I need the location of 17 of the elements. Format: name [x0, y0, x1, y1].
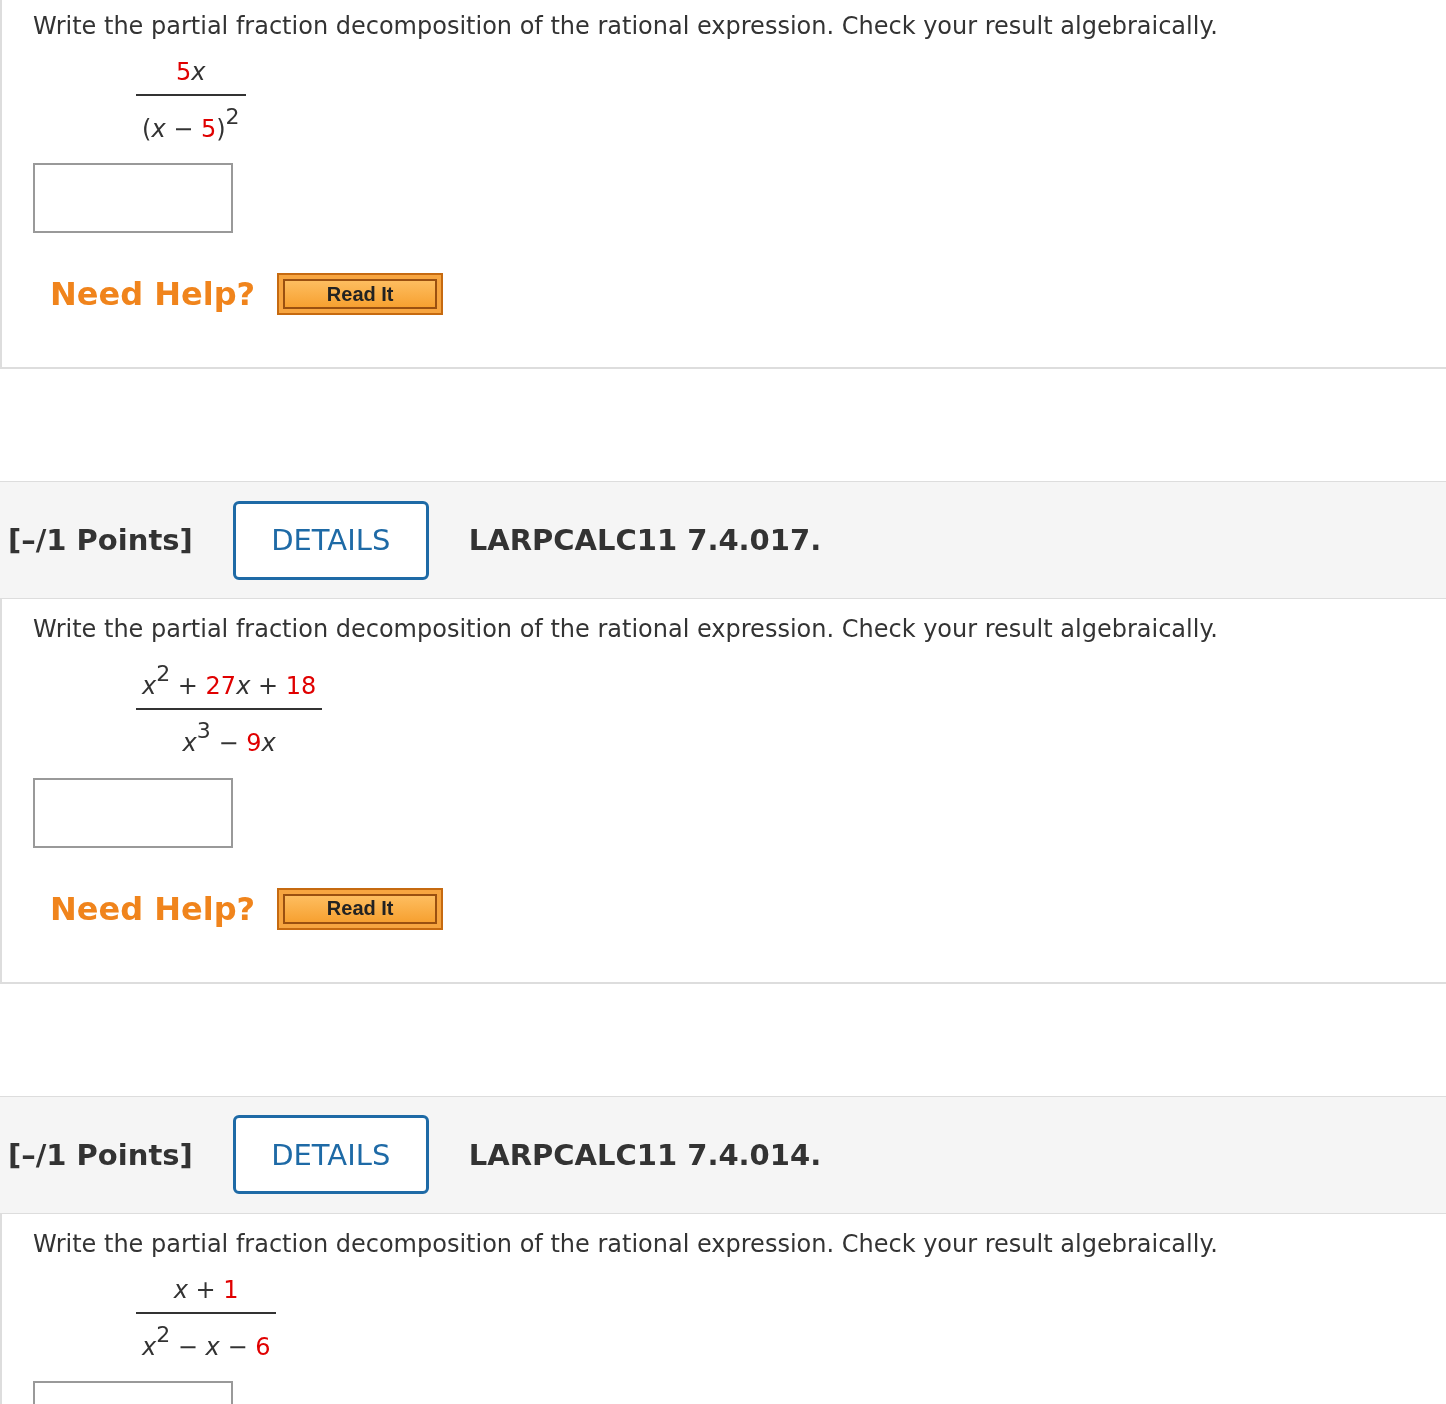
- problem-prompt: Write the partial fraction decomposition of the rational expression. Check your result algebraically.: [33, 615, 1219, 644]
- details-button[interactable]: DETAILS: [232, 1115, 429, 1195]
- read-it-button[interactable]: Read It: [277, 273, 444, 316]
- read-it-button[interactable]: Read It: [277, 887, 444, 930]
- points-label: [–/1 Points]: [8, 523, 193, 558]
- problem-prompt: Write the partial fraction decomposition of the rational expression. Check your result algebraically.: [33, 1229, 1219, 1258]
- problem-prompt: Write the partial fraction decomposition of the rational expression. Check your result algebraically.: [33, 12, 1219, 40]
- problem-code: LARPCALC11 7.4.017.: [468, 523, 822, 558]
- need-help-label: Need Help?: [50, 275, 256, 314]
- answer-field[interactable]: [33, 777, 233, 848]
- need-help-label: Need Help?: [50, 889, 256, 928]
- points-label: [–/1 Points]: [8, 1137, 193, 1172]
- fraction-numerator: x + 1: [136, 1275, 277, 1314]
- problem-code: LARPCALC11 7.4.014.: [468, 1137, 822, 1172]
- details-button[interactable]: DETAILS: [232, 500, 429, 580]
- fraction-numerator: 5x: [136, 58, 246, 96]
- answer-field[interactable]: [33, 163, 233, 234]
